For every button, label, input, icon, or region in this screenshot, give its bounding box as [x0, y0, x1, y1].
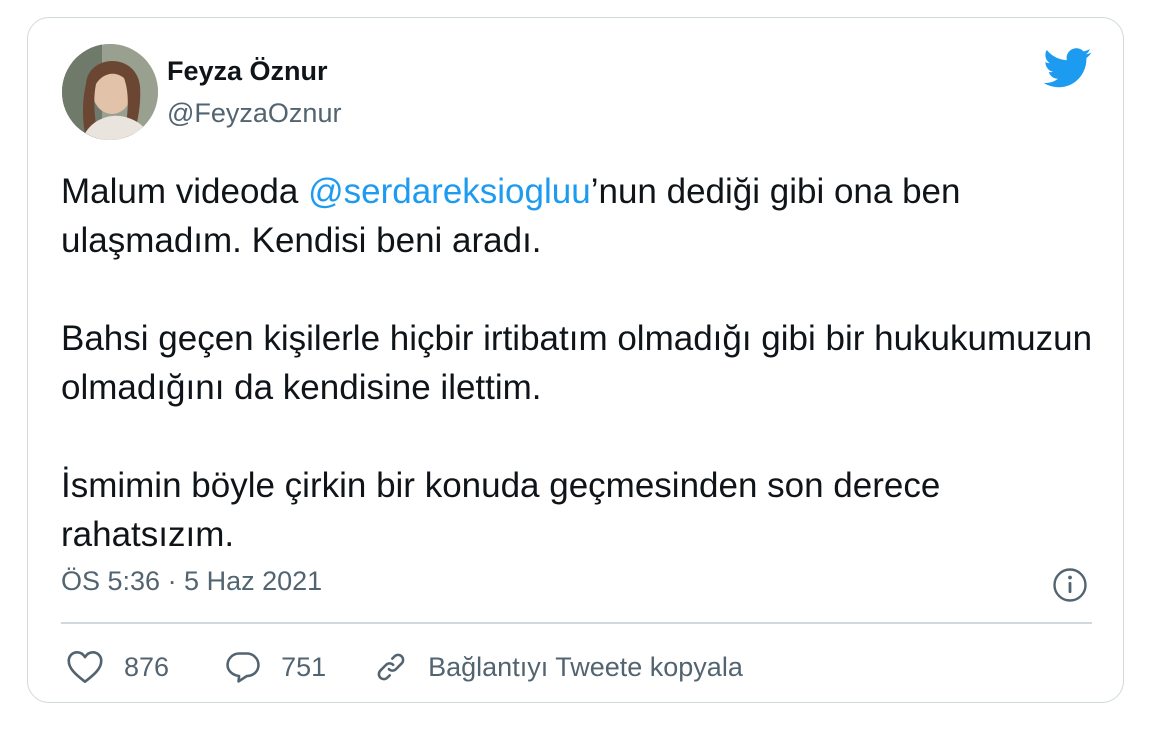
like-button[interactable]: 876 [66, 650, 225, 684]
tweet-paragraph-1: Malum videoda @serdareksiogluu’nun dediğ… [61, 167, 1101, 265]
tweet-card: Feyza Öznur @FeyzaOznur Malum videoda @s… [27, 17, 1124, 703]
avatar[interactable] [62, 44, 158, 140]
tweet-text-segment: Malum videoda [61, 172, 309, 211]
author-name[interactable]: Feyza Öznur [167, 56, 328, 87]
reply-count: 751 [281, 651, 327, 682]
heart-icon [67, 651, 103, 683]
twitter-bird-icon[interactable] [1044, 48, 1092, 88]
tweet-text-segment: İsmimin böyle çirkin bir konuda geçmesin… [61, 466, 941, 554]
author-handle[interactable]: @FeyzaOznur [167, 98, 341, 129]
speech-bubble-icon [226, 652, 260, 683]
link-icon [377, 653, 405, 681]
reply-button[interactable]: 751 [225, 650, 374, 684]
tweet-text: Malum videoda @serdareksiogluu’nun dediğ… [61, 167, 1101, 559]
copy-link-button[interactable]: Bağlantıyı Tweete kopyala [374, 650, 743, 684]
tweet-paragraph-2: Bahsi geçen kişilerle hiçbir irtibatım o… [61, 314, 1101, 412]
tweet-timestamp[interactable]: ÖS 5:36 · 5 Haz 2021 [61, 566, 322, 597]
action-bar: 876 751 Bağlantıyı Tweete kopyala [66, 647, 743, 687]
info-icon[interactable] [1052, 567, 1088, 603]
like-count: 876 [124, 651, 170, 682]
copy-link-label: Bağlantıyı Tweete kopyala [428, 651, 743, 682]
tweet-paragraph-3: İsmimin böyle çirkin bir konuda geçmesin… [61, 461, 1101, 559]
mention-link[interactable]: @serdareksiogluu [308, 172, 591, 211]
divider [61, 622, 1092, 624]
tweet-text-segment: Bahsi geçen kişilerle hiçbir irtibatım o… [61, 319, 1093, 407]
avatar-photo-icon [62, 44, 158, 140]
